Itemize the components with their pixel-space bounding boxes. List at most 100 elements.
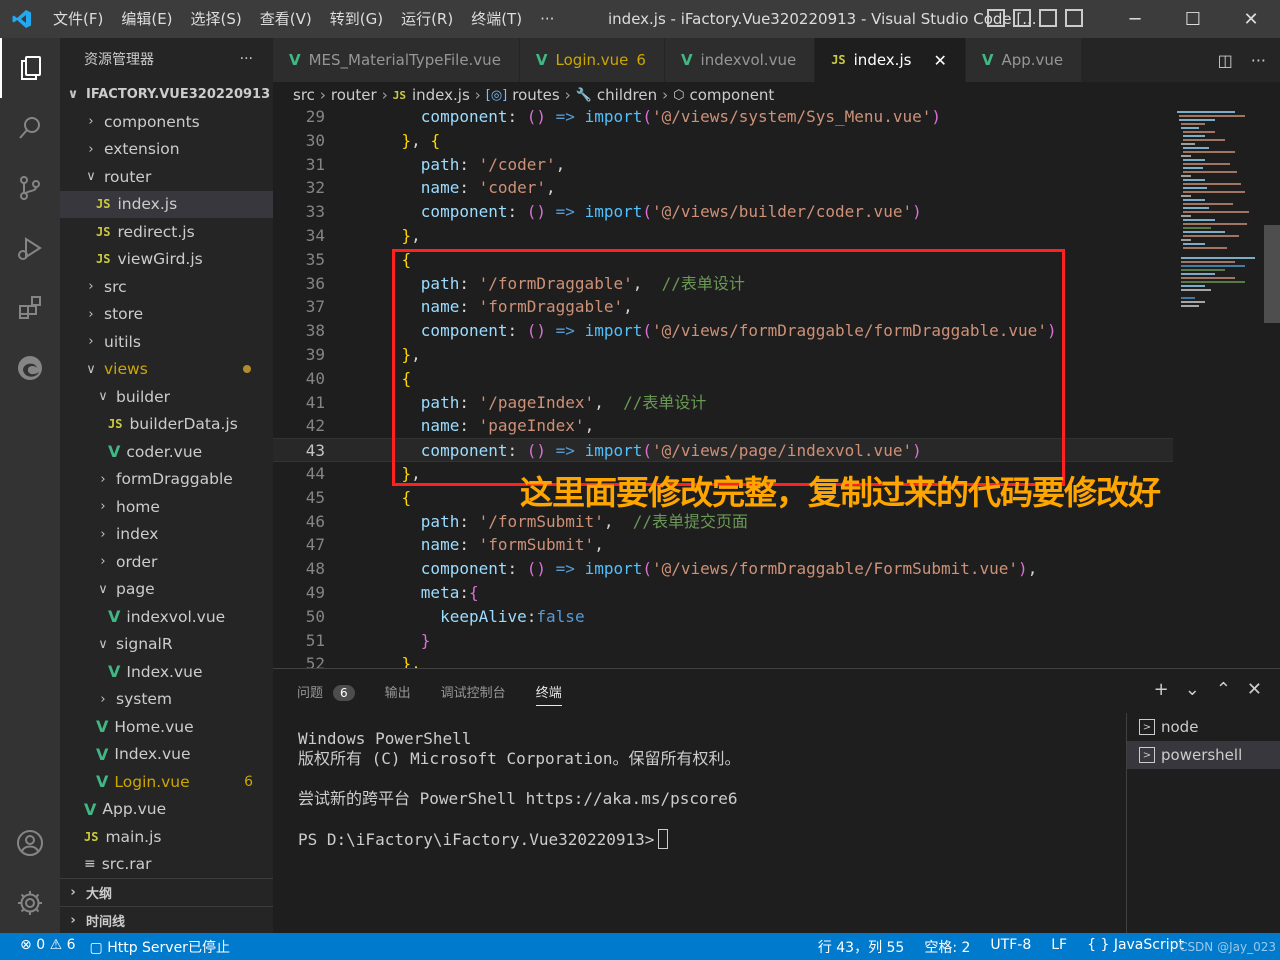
tree-item[interactable]: › src — [60, 273, 273, 301]
tree-item[interactable]: › components — [60, 108, 273, 136]
maximize-button[interactable]: ☐ — [1164, 0, 1222, 38]
manage-gear-icon[interactable] — [0, 873, 60, 933]
editor-scrollbar[interactable] — [1264, 108, 1280, 668]
more-actions-icon[interactable]: ··· — [1251, 51, 1266, 70]
menu-item[interactable]: 查看(V) — [251, 0, 321, 38]
new-terminal-icon[interactable]: + — [1154, 679, 1169, 700]
explorer-more-actions[interactable]: ··· — [240, 51, 253, 67]
code-line[interactable]: 47 name: 'formSubmit', — [273, 533, 1173, 557]
tree-item[interactable]: Vindexvol.vue — [60, 603, 273, 631]
edge-devtools-icon[interactable] — [0, 338, 60, 398]
source-control-icon[interactable] — [0, 158, 60, 218]
menu-item[interactable]: 运行(R) — [392, 0, 462, 38]
tree-item[interactable]: JS main.js — [60, 823, 273, 851]
split-editor-icon[interactable]: ◫ — [1218, 51, 1233, 70]
breadcrumb-item[interactable]: src — [293, 86, 315, 104]
menu-item[interactable]: ··· — [531, 0, 563, 38]
breadcrumb-item[interactable]: router — [331, 86, 377, 104]
language-mode[interactable]: { } JavaScript — [1087, 937, 1184, 957]
minimap[interactable] — [1175, 108, 1263, 668]
tree-item[interactable]: › extension — [60, 136, 273, 164]
timeline-section[interactable]: › 时间线 — [60, 906, 273, 933]
menu-item[interactable]: 终端(T) — [462, 0, 531, 38]
tree-item[interactable]: Vcoder.vue — [60, 438, 273, 466]
code-line[interactable]: 33 component: () => import('@/views/buil… — [273, 200, 1173, 224]
indentation[interactable]: 空格: 2 — [924, 937, 970, 957]
toggle-secondary-sidebar-icon[interactable] — [1039, 9, 1057, 27]
tree-item[interactable]: JS viewGird.js — [60, 246, 273, 274]
menu-item[interactable]: 选择(S) — [182, 0, 251, 38]
tree-item[interactable]: V Home.vue — [60, 713, 273, 741]
tree-item[interactable]: V Index.vue — [60, 658, 273, 686]
code-line[interactable]: 49 meta:{ — [273, 581, 1173, 605]
terminal-dropdown-icon[interactable]: ⌄ — [1185, 679, 1200, 700]
end-of-line[interactable]: LF — [1051, 937, 1067, 957]
panel-tab[interactable]: 问题 6 — [297, 682, 355, 701]
maximize-panel-icon[interactable]: ⌃ — [1216, 679, 1231, 700]
tree-item[interactable]: › order — [60, 548, 273, 576]
problems-status[interactable]: ⊗ 0 ⚠ 6 — [20, 937, 76, 957]
tree-item[interactable]: › index — [60, 521, 273, 549]
breadcrumb-item[interactable]: component — [689, 86, 774, 104]
tree-item[interactable]: › store — [60, 301, 273, 329]
cursor-position[interactable]: 行 43，列 55 — [818, 937, 905, 957]
accounts-icon[interactable] — [0, 813, 60, 873]
tree-item[interactable]: › home — [60, 493, 273, 521]
tree-item[interactable]: ∨ views — [60, 356, 273, 384]
code-line[interactable]: 31 path: '/coder', — [273, 153, 1173, 177]
tree-item[interactable]: ∨ page — [60, 576, 273, 604]
tree-item[interactable]: V Login.vue 6 — [60, 768, 273, 796]
scrollbar-thumb[interactable] — [1264, 225, 1280, 323]
tree-item[interactable]: › formDraggable — [60, 466, 273, 494]
menu-item[interactable]: 文件(F) — [44, 0, 112, 38]
code-line[interactable]: 51 } — [273, 629, 1173, 653]
encoding[interactable]: UTF-8 — [990, 937, 1031, 957]
editor-tab[interactable]: V Login.vue 6 — [519, 38, 665, 82]
minimize-button[interactable]: ─ — [1106, 0, 1164, 38]
http-server-status[interactable]: ▢ Http Server已停止 — [90, 937, 230, 957]
editor-tab[interactable]: V MES_MaterialTypeFile.vue — [273, 38, 520, 82]
breadcrumb-item[interactable]: children — [597, 86, 657, 104]
panel-tab[interactable]: 输出 — [385, 682, 411, 701]
tree-item[interactable]: ≡ src.rar — [60, 851, 273, 879]
panel-tab[interactable]: 终端 — [535, 682, 562, 706]
tree-item[interactable]: JS index.js — [60, 190, 273, 218]
editor-tab[interactable]: JS index.js ✕ — [815, 38, 966, 82]
close-panel-icon[interactable]: ✕ — [1247, 679, 1262, 700]
project-root[interactable]: ∨ IFACTORY.VUE320220913 — [60, 80, 273, 108]
toggle-sidebar-icon[interactable] — [987, 9, 1005, 27]
tree-item[interactable]: ∨ router — [60, 163, 273, 191]
toggle-panel-icon[interactable] — [1013, 9, 1031, 27]
tree-item[interactable]: JS redirect.js — [60, 218, 273, 246]
code-line[interactable]: 34 }, — [273, 224, 1173, 248]
code-line[interactable]: 30 }, { — [273, 129, 1173, 153]
breadcrumb-item[interactable]: routes — [512, 86, 559, 104]
tree-item[interactable]: V Index.vue — [60, 741, 273, 769]
code-line[interactable]: 29 component: () => import('@/views/syst… — [273, 108, 1173, 129]
tree-item[interactable]: › system — [60, 686, 273, 714]
terminal-instance[interactable]: > powershell — [1127, 741, 1280, 769]
run-debug-icon[interactable] — [0, 218, 60, 278]
extensions-icon[interactable] — [0, 278, 60, 338]
tree-item[interactable]: ∨ signalR — [60, 631, 273, 659]
menu-item[interactable]: 转到(G) — [321, 0, 392, 38]
tree-item[interactable]: ∨ builder — [60, 383, 273, 411]
terminal-instance[interactable]: > node — [1127, 713, 1280, 741]
panel-tab[interactable]: 调试控制台 — [441, 682, 506, 701]
tree-item[interactable]: › uitils — [60, 328, 273, 356]
code-line[interactable]: 48 component: () => import('@/views/form… — [273, 557, 1173, 581]
outline-section[interactable]: › 大纲 — [60, 878, 273, 906]
tree-item[interactable]: V App.vue — [60, 796, 273, 824]
close-window-button[interactable]: ✕ — [1222, 0, 1280, 38]
breadcrumb-item[interactable]: index.js — [412, 86, 470, 104]
editor-tab[interactable]: Vindexvol.vue — [664, 38, 816, 82]
customize-layout-icon[interactable] — [1065, 9, 1083, 27]
tree-item[interactable]: JS builderData.js — [60, 411, 273, 439]
explorer-icon[interactable] — [0, 38, 60, 98]
code-line[interactable]: 52 }, — [273, 652, 1173, 668]
menu-item[interactable]: 编辑(E) — [112, 0, 181, 38]
terminal-output[interactable]: Windows PowerShell 版权所有 (C) Microsoft Cor… — [298, 729, 740, 850]
close-tab-icon[interactable]: ✕ — [933, 51, 946, 70]
search-icon[interactable] — [0, 98, 60, 158]
editor-tab[interactable]: V App.vue — [965, 38, 1083, 82]
